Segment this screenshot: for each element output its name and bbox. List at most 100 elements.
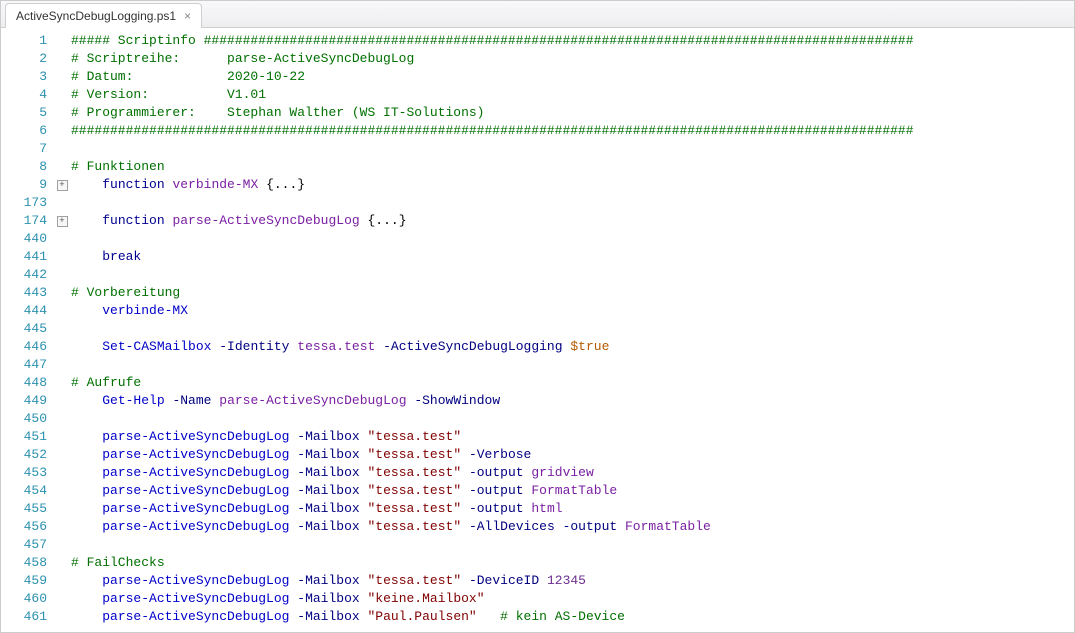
fold-spacer <box>53 374 71 392</box>
fold-spacer <box>53 428 71 446</box>
line-number: 7 <box>1 140 47 158</box>
code-line[interactable]: Get-Help -Name parse-ActiveSyncDebugLog … <box>71 392 1074 410</box>
code-token <box>71 483 102 498</box>
code-line[interactable]: # Programmierer: Stephan Walther (WS IT-… <box>71 104 1074 122</box>
line-number: 3 <box>1 68 47 86</box>
code-token <box>360 519 368 534</box>
fold-spacer <box>53 554 71 572</box>
code-token: html <box>531 501 562 516</box>
code-line[interactable]: parse-ActiveSyncDebugLog -Mailbox "tessa… <box>71 518 1074 536</box>
code-token: "tessa.test" <box>368 447 462 462</box>
line-number: 453 <box>1 464 47 482</box>
code-line[interactable]: ########################################… <box>71 122 1074 140</box>
code-line[interactable]: function verbinde-MX {...} <box>71 176 1074 194</box>
fold-spacer <box>53 68 71 86</box>
code-line[interactable]: # Funktionen <box>71 158 1074 176</box>
code-line[interactable]: parse-ActiveSyncDebugLog -Mailbox "Paul.… <box>71 608 1074 626</box>
code-line[interactable] <box>71 410 1074 428</box>
code-token: "tessa.test" <box>368 465 462 480</box>
code-line[interactable]: break <box>71 248 1074 266</box>
code-token: "keine.Mailbox" <box>368 591 485 606</box>
line-number: 445 <box>1 320 47 338</box>
code-token: # kein AS-Device <box>500 609 625 624</box>
code-token: parse-ActiveSyncDebugLog <box>102 447 289 462</box>
code-token <box>71 303 102 318</box>
code-line[interactable]: function parse-ActiveSyncDebugLog {...} <box>71 212 1074 230</box>
code-token: parse-ActiveSyncDebugLog <box>172 213 359 228</box>
code-token: -Name <box>172 393 211 408</box>
code-line[interactable]: # Aufrufe <box>71 374 1074 392</box>
code-token: -output <box>469 483 524 498</box>
code-token: function <box>102 177 164 192</box>
code-line[interactable] <box>71 194 1074 212</box>
line-number: 452 <box>1 446 47 464</box>
fold-spacer <box>53 482 71 500</box>
code-token: -output <box>469 465 524 480</box>
code-line[interactable]: parse-ActiveSyncDebugLog -Mailbox "tessa… <box>71 500 1074 518</box>
code-token: parse-ActiveSyncDebugLog <box>102 501 289 516</box>
code-token: # Funktionen <box>71 159 165 174</box>
code-line[interactable]: parse-ActiveSyncDebugLog -Mailbox "tessa… <box>71 446 1074 464</box>
code-line[interactable] <box>71 320 1074 338</box>
line-number: 447 <box>1 356 47 374</box>
code-line[interactable]: parse-ActiveSyncDebugLog -Mailbox "tessa… <box>71 464 1074 482</box>
code-token: break <box>102 249 141 264</box>
fold-toggle-icon[interactable]: + <box>53 176 71 194</box>
code-token: "tessa.test" <box>368 483 462 498</box>
code-line[interactable]: Set-CASMailbox -Identity tessa.test -Act… <box>71 338 1074 356</box>
code-token <box>71 609 102 624</box>
line-number: 456 <box>1 518 47 536</box>
code-token: -Mailbox <box>297 519 359 534</box>
code-line[interactable]: parse-ActiveSyncDebugLog -Mailbox "tessa… <box>71 482 1074 500</box>
code-line[interactable]: # Datum: 2020-10-22 <box>71 68 1074 86</box>
code-line[interactable]: parse-ActiveSyncDebugLog -Mailbox "tessa… <box>71 572 1074 590</box>
code-line[interactable]: ##### Scriptinfo #######################… <box>71 32 1074 50</box>
fold-toggle-icon[interactable]: + <box>53 212 71 230</box>
line-number: 440 <box>1 230 47 248</box>
code-token: parse-ActiveSyncDebugLog <box>102 465 289 480</box>
code-token <box>71 393 102 408</box>
code-line[interactable] <box>71 266 1074 284</box>
fold-spacer <box>53 572 71 590</box>
code-line[interactable]: # Version: V1.01 <box>71 86 1074 104</box>
code-token: -Mailbox <box>297 591 359 606</box>
code-token: {...} <box>360 213 407 228</box>
code-token <box>71 447 102 462</box>
line-number: 443 <box>1 284 47 302</box>
code-token <box>360 591 368 606</box>
code-token: -Mailbox <box>297 501 359 516</box>
line-number: 8 <box>1 158 47 176</box>
code-line[interactable]: parse-ActiveSyncDebugLog -Mailbox "tessa… <box>71 428 1074 446</box>
code-token <box>71 339 102 354</box>
code-token: -Mailbox <box>297 573 359 588</box>
fold-spacer <box>53 104 71 122</box>
tab-active[interactable]: ActiveSyncDebugLogging.ps1 × <box>5 3 202 28</box>
code-line[interactable] <box>71 230 1074 248</box>
code-token: parse-ActiveSyncDebugLog <box>102 519 289 534</box>
line-number-gutter: 1234567891731744404414424434444454464474… <box>1 32 53 632</box>
code-line[interactable]: parse-ActiveSyncDebugLog -Mailbox "keine… <box>71 590 1074 608</box>
code-line[interactable] <box>71 536 1074 554</box>
code-line[interactable]: # Scriptreihe: parse-ActiveSyncDebugLog <box>71 50 1074 68</box>
close-icon[interactable]: × <box>182 10 193 22</box>
code-line[interactable]: verbinde-MX <box>71 302 1074 320</box>
code-token <box>71 249 102 264</box>
code-token: FormatTable <box>531 483 617 498</box>
line-number: 174 <box>1 212 47 230</box>
fold-spacer <box>53 356 71 374</box>
code-area[interactable]: ##### Scriptinfo #######################… <box>71 32 1074 632</box>
code-line[interactable] <box>71 356 1074 374</box>
code-token: verbinde-MX <box>172 177 258 192</box>
code-token <box>360 573 368 588</box>
code-line[interactable]: # Vorbereitung <box>71 284 1074 302</box>
code-token: # Aufrufe <box>71 375 141 390</box>
code-line[interactable]: # FailChecks <box>71 554 1074 572</box>
code-line[interactable] <box>71 140 1074 158</box>
line-number: 442 <box>1 266 47 284</box>
fold-spacer <box>53 410 71 428</box>
line-number: 458 <box>1 554 47 572</box>
tab-bar: ActiveSyncDebugLogging.ps1 × <box>1 1 1074 28</box>
code-editor[interactable]: 1234567891731744404414424434444454464474… <box>1 28 1074 632</box>
fold-spacer <box>53 590 71 608</box>
code-token: -ShowWindow <box>414 393 500 408</box>
